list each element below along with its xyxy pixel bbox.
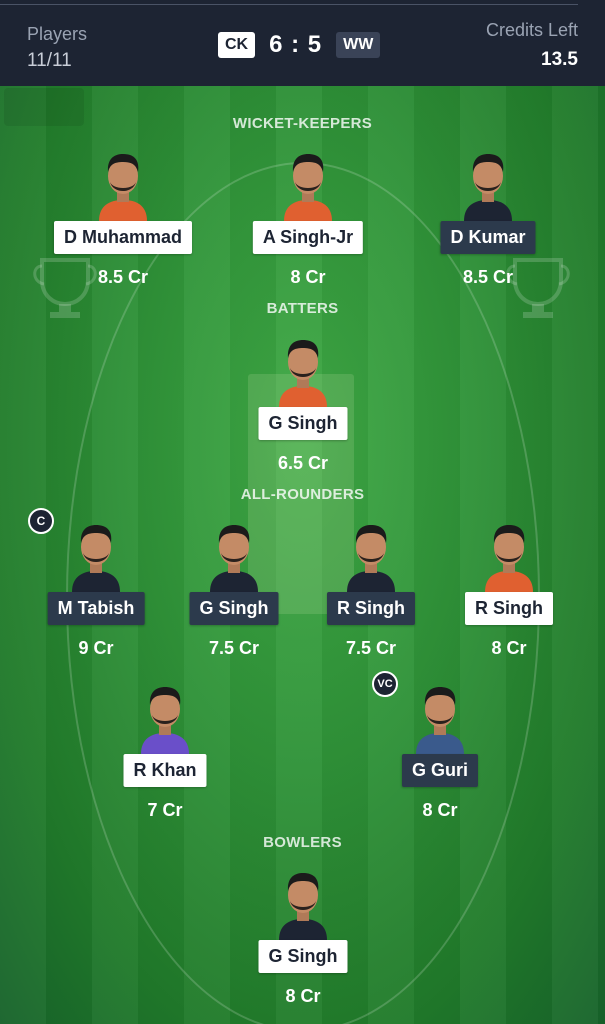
player-credits: 7 Cr xyxy=(147,800,183,820)
player-avatar xyxy=(464,154,512,221)
section-title-wicket-keepers: WICKET-KEEPERS xyxy=(232,115,373,132)
player-card[interactable]: D Muhammad 8.5 Cr xyxy=(38,146,208,296)
player-credits: 8.5 Cr xyxy=(462,267,514,287)
credits-left-value: 13.5 xyxy=(541,49,578,70)
section-title-batters: BATTERS xyxy=(266,300,339,317)
player-avatar xyxy=(99,154,147,221)
player-credits: 8 Cr xyxy=(285,986,321,1006)
player-credits: 8.5 Cr xyxy=(97,267,149,287)
player-credits: 6.5 Cr xyxy=(277,453,329,473)
player-credits: 8 Cr xyxy=(491,638,527,658)
team-split-score: 6 : 5 xyxy=(269,31,323,58)
team-header: Players 11/11 CK 6 : 5 WW Credits Left 1… xyxy=(0,0,605,86)
section-title-bowlers: BOWLERS xyxy=(263,834,342,851)
player-avatar xyxy=(279,873,327,940)
section-title-all-rounders: ALL-ROUNDERS xyxy=(240,486,365,503)
team-preview-field: WICKET-KEEPERS BATTERS ALL-ROUNDERS BOWL… xyxy=(0,86,605,1024)
player-card[interactable]: D Kumar 8.5 Cr xyxy=(403,146,573,296)
player-avatar xyxy=(347,525,395,592)
player-name: D Muhammad xyxy=(53,221,193,254)
team-left-chip: CK xyxy=(218,32,256,58)
player-card[interactable]: R Singh 8 Cr xyxy=(424,517,594,667)
player-card[interactable]: R Khan 7 Cr xyxy=(80,679,250,829)
header-divider xyxy=(0,4,578,5)
players-count: 11/11 xyxy=(27,50,72,71)
player-avatar xyxy=(416,687,464,754)
player-card[interactable]: A Singh-Jr 8 Cr xyxy=(223,146,393,296)
player-card[interactable]: G Singh 8 Cr xyxy=(218,865,388,1015)
player-name: D Kumar xyxy=(440,221,536,254)
player-name: A Singh-Jr xyxy=(252,221,364,254)
player-name: R Khan xyxy=(123,754,207,787)
player-credits: 8 Cr xyxy=(290,267,326,287)
player-name: G Singh xyxy=(189,592,279,625)
player-name: R Singh xyxy=(465,592,553,625)
player-card[interactable]: G Singh 6.5 Cr xyxy=(218,332,388,482)
team-right-chip: WW xyxy=(336,32,381,58)
player-avatar xyxy=(284,154,332,221)
player-avatar xyxy=(72,525,120,592)
player-card[interactable]: G Guri 8 Cr xyxy=(355,679,525,829)
player-avatar xyxy=(279,340,327,407)
player-name: M Tabish xyxy=(47,592,145,625)
player-avatar xyxy=(210,525,258,592)
players-label: Players xyxy=(27,24,88,44)
player-name: G Singh xyxy=(258,407,348,440)
player-avatar xyxy=(141,687,189,754)
player-avatar xyxy=(485,525,533,592)
player-credits: 8 Cr xyxy=(422,800,458,820)
credits-left-label: Credits Left xyxy=(485,20,578,40)
player-name: G Guri xyxy=(401,754,479,787)
match-score: CK 6 : 5 WW xyxy=(218,30,381,60)
player-name: G Singh xyxy=(258,940,348,973)
player-name: R Singh xyxy=(327,592,415,625)
